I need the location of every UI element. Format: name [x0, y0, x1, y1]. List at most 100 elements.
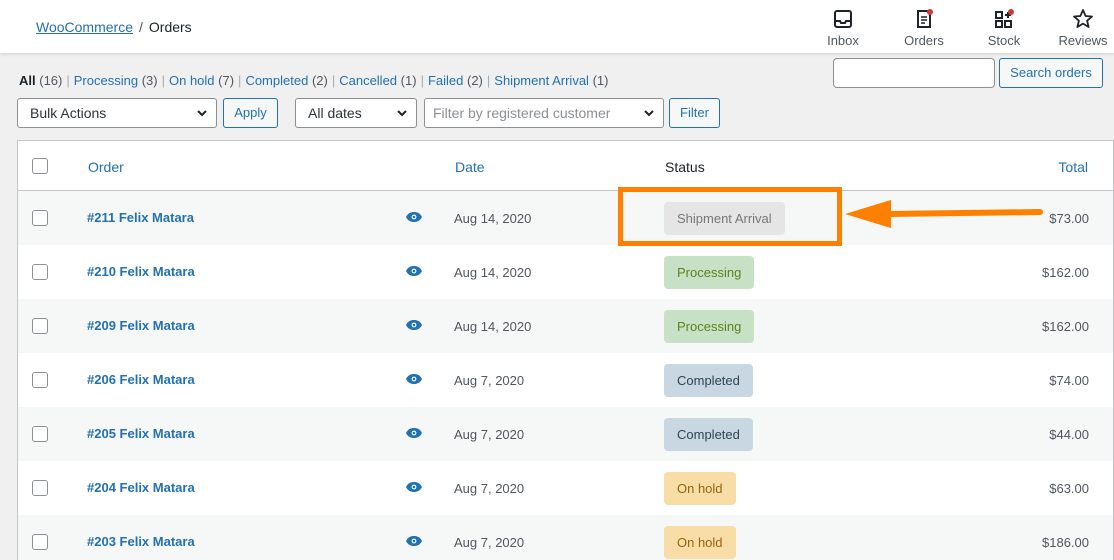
- filter-button[interactable]: Filter: [669, 98, 720, 128]
- column-date[interactable]: Date: [455, 159, 485, 175]
- preview-eye-icon[interactable]: [406, 374, 422, 384]
- inbox-icon: [813, 8, 873, 30]
- order-link[interactable]: #211 Felix Matara: [87, 210, 194, 225]
- order-total: $162.00: [1042, 265, 1089, 280]
- row-checkbox[interactable]: [32, 534, 48, 550]
- order-total: $74.00: [1049, 373, 1089, 388]
- annotation-arrow-icon: [845, 200, 1043, 228]
- chevron-down-icon: [644, 110, 654, 117]
- orders-icon: [894, 8, 954, 30]
- topnav-stock[interactable]: Stock: [974, 8, 1034, 48]
- view-count: (3): [141, 73, 158, 88]
- row-checkbox[interactable]: [32, 372, 48, 388]
- order-total: $186.00: [1042, 535, 1089, 550]
- select-all-checkbox[interactable]: [32, 158, 48, 174]
- view-label: All: [19, 73, 36, 88]
- view-count: (1): [592, 73, 609, 88]
- order-date: Aug 7, 2020: [454, 373, 525, 388]
- customer-filter-placeholder: Filter by registered customer: [433, 105, 611, 121]
- row-checkbox[interactable]: [32, 480, 48, 496]
- column-total[interactable]: Total: [1058, 159, 1088, 175]
- dates-value: All dates: [308, 105, 362, 121]
- order-total: $63.00: [1049, 481, 1089, 496]
- topnav-orders[interactable]: Orders: [894, 8, 954, 48]
- topnav-inbox-label: Inbox: [827, 33, 859, 48]
- table-row[interactable]: #206 Felix Matara Aug 7, 2020 Completed …: [18, 353, 1113, 407]
- order-link[interactable]: #206 Felix Matara: [87, 372, 195, 387]
- view-processing-link[interactable]: Processing: [74, 73, 138, 88]
- order-total: $44.00: [1049, 427, 1089, 442]
- breadcrumb: WooCommerce / Orders: [36, 19, 192, 35]
- view-count: (16): [39, 73, 63, 88]
- highlight-box: [618, 187, 842, 246]
- table-row[interactable]: #203 Felix Matara Aug 7, 2020 On hold $1…: [18, 515, 1113, 560]
- table-row[interactable]: #205 Felix Matara Aug 7, 2020 Completed …: [18, 407, 1113, 461]
- chevron-down-icon: [397, 110, 407, 117]
- view-all-link[interactable]: All: [19, 73, 36, 88]
- order-link[interactable]: #210 Felix Matara: [87, 264, 195, 279]
- status-badge: On hold: [664, 472, 736, 505]
- customer-filter-select[interactable]: Filter by registered customer: [424, 98, 664, 128]
- status-badge: On hold: [664, 526, 736, 559]
- dates-select[interactable]: All dates: [295, 98, 417, 128]
- order-date: Aug 7, 2020: [454, 481, 525, 496]
- view-on-hold-link[interactable]: On hold: [169, 73, 215, 88]
- order-date: Aug 14, 2020: [454, 319, 532, 334]
- column-status: Status: [665, 159, 705, 175]
- view-cancelled-link[interactable]: Cancelled: [339, 73, 397, 88]
- view-count: (1): [400, 73, 417, 88]
- row-checkbox[interactable]: [32, 264, 48, 280]
- preview-eye-icon[interactable]: [406, 428, 422, 438]
- table-row[interactable]: #210 Felix Matara Aug 14, 2020 Processin…: [18, 245, 1113, 299]
- row-checkbox[interactable]: [32, 318, 48, 334]
- row-checkbox[interactable]: [32, 426, 48, 442]
- table-row[interactable]: #209 Felix Matara Aug 14, 2020 Processin…: [18, 299, 1113, 353]
- status-badge: Completed: [664, 364, 753, 397]
- view-shipment-arrival-link[interactable]: Shipment Arrival: [494, 73, 589, 88]
- apply-button[interactable]: Apply: [223, 98, 278, 128]
- view-failed-link[interactable]: Failed: [428, 73, 463, 88]
- preview-eye-icon[interactable]: [406, 266, 422, 276]
- view-count: (2): [311, 73, 328, 88]
- order-total: $73.00: [1049, 211, 1089, 226]
- search-orders-button[interactable]: Search orders: [999, 58, 1103, 88]
- preview-eye-icon[interactable]: [406, 212, 422, 222]
- order-date: Aug 7, 2020: [454, 535, 525, 550]
- view-completed-link[interactable]: Completed: [245, 73, 308, 88]
- topnav-reviews[interactable]: Reviews: [1053, 8, 1113, 48]
- status-badge: Processing: [664, 256, 755, 289]
- topnav-reviews-label: Reviews: [1058, 33, 1108, 48]
- status-badge: Completed: [664, 418, 753, 451]
- preview-eye-icon[interactable]: [406, 320, 422, 330]
- table-header: Order Date Status Total: [18, 141, 1113, 191]
- topnav-stock-label: Stock: [987, 33, 1021, 48]
- breadcrumb-current: Orders: [148, 19, 192, 35]
- status-badge: Processing: [664, 310, 755, 343]
- star-icon: [1053, 8, 1113, 30]
- top-header-bar: WooCommerce / Orders Inbox Orders Stock Re…: [0, 0, 1114, 53]
- order-link[interactable]: #203 Felix Matara: [87, 534, 195, 549]
- order-date: Aug 14, 2020: [454, 211, 532, 226]
- order-link[interactable]: #204 Felix Matara: [87, 480, 195, 495]
- stock-icon: [974, 8, 1034, 30]
- row-checkbox[interactable]: [32, 210, 48, 226]
- chevron-down-icon: [197, 110, 207, 117]
- breadcrumb-woocommerce-link[interactable]: WooCommerce: [36, 19, 133, 35]
- bulk-actions-value: Bulk Actions: [30, 105, 107, 121]
- topnav-inbox[interactable]: Inbox: [813, 8, 873, 48]
- search-orders-input[interactable]: [833, 58, 995, 88]
- order-link[interactable]: #205 Felix Matara: [87, 426, 195, 441]
- status-filter-links: All (16) | Processing (3) | On hold (7) | Comp…: [19, 73, 609, 88]
- table-row[interactable]: #204 Felix Matara Aug 7, 2020 On hold $6…: [18, 461, 1113, 515]
- order-date: Aug 14, 2020: [454, 265, 532, 280]
- order-date: Aug 7, 2020: [454, 427, 525, 442]
- topnav-orders-label: Orders: [904, 33, 944, 48]
- breadcrumb-separator: /: [139, 19, 143, 35]
- preview-eye-icon[interactable]: [406, 482, 422, 492]
- order-link[interactable]: #209 Felix Matara: [87, 318, 195, 333]
- preview-eye-icon[interactable]: [406, 536, 422, 546]
- view-count: (7): [218, 73, 235, 88]
- column-order[interactable]: Order: [88, 159, 124, 175]
- bulk-actions-select[interactable]: Bulk Actions: [17, 98, 217, 128]
- view-count: (2): [467, 73, 483, 88]
